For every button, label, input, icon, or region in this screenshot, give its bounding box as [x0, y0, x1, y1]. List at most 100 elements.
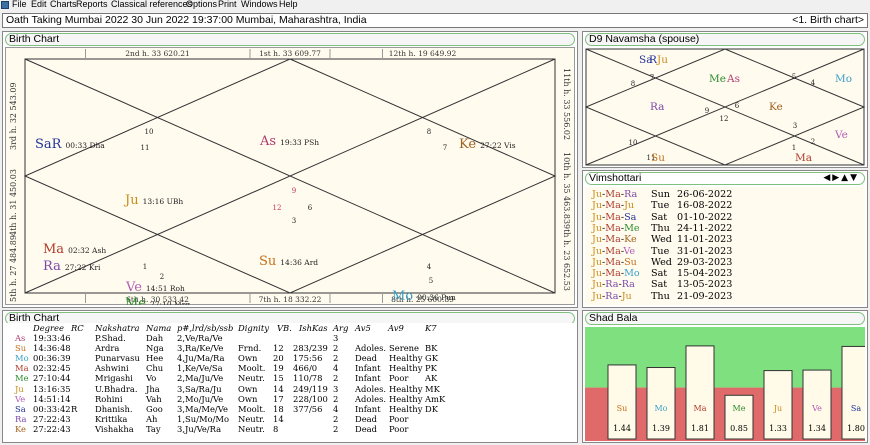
table-cell: Serene: [389, 343, 420, 354]
d9-planet-as: As: [726, 73, 740, 85]
vimshottari-row[interactable]: Ju-Ma-Mo: [592, 268, 640, 279]
up-arrow-icon[interactable]: ▲: [841, 173, 850, 183]
navamsha-panel: D9 Navamsha (spouse) 1 2 3 4 5 6 7 8 9 10 11 12 Sa Ju…: [582, 31, 868, 168]
dasha-planet: Ma: [605, 256, 621, 268]
menu-reports[interactable]: Reports: [76, 0, 108, 9]
down-arrow-icon[interactable]: ▼: [850, 173, 859, 183]
table-row[interactable]: Ju 13:16:35 U.Bhadra. Jha 3,Sa/Ra/Ju Own 14 249…: [3, 384, 577, 394]
table-cell: Own: [238, 393, 258, 404]
next-arrow-icon[interactable]: ▶: [832, 173, 841, 183]
table-cell: Healthy: [389, 403, 423, 414]
dasha-planet: Ke: [624, 234, 637, 246]
table-cell: Infant: [355, 403, 381, 414]
dasha-date: 15-04-2023: [677, 268, 733, 280]
table-cell: DK: [425, 403, 438, 414]
menu-options[interactable]: Options: [186, 0, 217, 9]
table-cell: Dah: [146, 333, 164, 343]
menu-print[interactable]: Print: [218, 0, 237, 9]
vimshottari-row[interactable]: Ju-Ma-Sa: [592, 212, 636, 223]
table-row[interactable]: As 19:33:46 P.Shad. Dah 2,Ve/Ra/Ve 3: [3, 333, 577, 343]
table-cell: 1,Ke/Ve/Sa: [177, 363, 223, 374]
table-cell: 14: [273, 413, 284, 424]
vimshottari-row[interactable]: Ju-Ma-Ke: [592, 234, 637, 245]
menu-help[interactable]: Help: [279, 0, 298, 9]
table-cell: Dead: [355, 413, 378, 424]
table-header: IshKas: [299, 323, 328, 333]
dasha-planet: Ma: [605, 234, 621, 246]
dasha-weekday: Thu: [651, 222, 670, 234]
table-row[interactable]: Sa 00:33:42 R Dhanish. Goo 3,Ma/Me/Ve Moolt. 18…: [3, 404, 577, 414]
table-cell: 8: [273, 423, 279, 434]
dasha-planet: Ju: [592, 211, 603, 223]
dasha-planet: Su: [624, 256, 637, 268]
bar-value-label: 1.33: [769, 424, 787, 433]
vimshottari-row[interactable]: Ju-Ra-Ra: [592, 279, 635, 290]
table-cell: Jha: [146, 383, 160, 394]
dasha-weekday: Sun: [651, 189, 670, 200]
table-cell: 3: [333, 383, 339, 394]
dasha-planet: Ma: [605, 189, 621, 200]
menu-edit[interactable]: Edit: [31, 0, 47, 9]
north-indian-chart[interactable]: 2nd h. 33 620.21 1st h. 33 609.77 12th h. …: [5, 47, 575, 305]
dasha-date: 11-01-2023: [677, 234, 733, 246]
dasha-planet: Ma: [605, 211, 621, 223]
bar-value-label: 1.44: [613, 424, 631, 433]
dasha-planet: Ju: [624, 200, 635, 212]
house-number-5: 5: [429, 277, 433, 285]
table-row[interactable]: Me 27:10:44 Mrigashi Vo 2,Ma/Ju/Ve Neutr. 15 11…: [3, 373, 577, 383]
table-cell: Moolt.: [238, 403, 266, 414]
cusp-right-1: 11th h. 33 556.02: [562, 68, 571, 141]
vimshottari-row[interactable]: Ju-Ma-Me: [592, 223, 640, 234]
bar-category-label: Sa: [851, 404, 861, 413]
table-cell: Vah: [146, 393, 162, 404]
table-row[interactable]: Ma 02:32:45 Ashwini Chu 1,Ke/Ve/Sa Moolt. 19 46…: [3, 363, 577, 373]
dasha-weekday: Tue: [651, 245, 670, 257]
vimshottari-row[interactable]: Ju-Ma-Ju: [592, 200, 634, 211]
vimshottari-row[interactable]: Ju-Ma-Su: [592, 257, 637, 268]
dasha-date: 13-05-2023: [677, 279, 733, 291]
prev-arrow-icon[interactable]: ◀: [823, 173, 832, 183]
d9-house-number-2: 2: [811, 138, 815, 146]
table-row[interactable]: Ve 14:51:14 Rohini Vah 2,Mo/Ju/Ve Own 17 228/10…: [3, 394, 577, 404]
d9-house-number-8: 8: [631, 80, 635, 88]
dasha-planet: Ju: [592, 200, 603, 212]
house-number-6: 6: [308, 204, 313, 212]
table-row[interactable]: Ke 27:22:43 Vishakha Tay 3,Ju/Ve/Ra Neutr. 8 2 D…: [3, 424, 577, 434]
house-number-2: 2: [160, 273, 164, 281]
planet-name: Ra: [15, 413, 27, 424]
bar-category-label: Ma: [694, 404, 707, 413]
vimshottari-row[interactable]: Ju-Ma-Ra: [592, 189, 637, 200]
planet-as: As 19:33 PSh: [259, 134, 319, 149]
vimshottari-row[interactable]: Ju-Ra-Ju: [592, 291, 632, 302]
planet-mo: Mo 00:36 Pun: [392, 289, 456, 304]
menu-windows[interactable]: Windows: [241, 0, 278, 9]
menu-charts[interactable]: Charts: [50, 0, 77, 9]
table-cell: Tay: [146, 423, 161, 434]
planet-name: As: [15, 333, 26, 343]
menu-classical-references[interactable]: Classical references: [111, 0, 192, 9]
d9-house-number-12: 12: [720, 115, 729, 123]
dasha-planet: Ra: [621, 279, 635, 291]
table-cell: 1,Su/Mo/Mo: [177, 413, 230, 424]
dasha-weekday: Thu: [651, 290, 670, 302]
planet-sar: SaR 00:33 Dha: [35, 137, 105, 152]
table-row[interactable]: Ra 27:22:43 Krittika Ah 1,Su/Mo/Mo Neutr. 14 2 D…: [3, 414, 577, 424]
vimshottari-row[interactable]: Ju-Ma-Ve: [592, 246, 635, 257]
chart-tab-indicator[interactable]: <1. Birth chart>: [792, 14, 864, 26]
dasha-weekday: Sat: [651, 279, 668, 291]
house-number-3: 3: [292, 217, 296, 225]
house-number-10: 10: [145, 128, 154, 136]
table-header: Dignity: [238, 323, 269, 333]
house-number-8: 8: [427, 128, 431, 136]
navamsha-chart[interactable]: 123456789101112Sa JuMe As MoRa KeVeSu MaR: [585, 48, 865, 166]
chart-title-bar: Oath Taking Mumbai 2022 30 Jun 2022 19:3…: [2, 13, 868, 28]
table-row[interactable]: Mo 00:36:39 Punarvasu Hee 4,Ju/Ma/Ra Own 20 175…: [3, 353, 577, 363]
planet-name: Ju: [15, 383, 24, 394]
table-cell: 00:33:42: [33, 403, 71, 414]
table-cell: Krittika: [95, 413, 128, 424]
dasha-planet: Ju: [592, 290, 603, 302]
table-row[interactable]: Su 14:36:48 Ardra Nga 3,Ra/Ke/Ve Frnd. 12 283/2…: [3, 343, 577, 353]
table-cell: Neutr.: [238, 373, 265, 384]
menu-file[interactable]: File: [12, 0, 27, 9]
table-cell: 15: [273, 373, 284, 384]
